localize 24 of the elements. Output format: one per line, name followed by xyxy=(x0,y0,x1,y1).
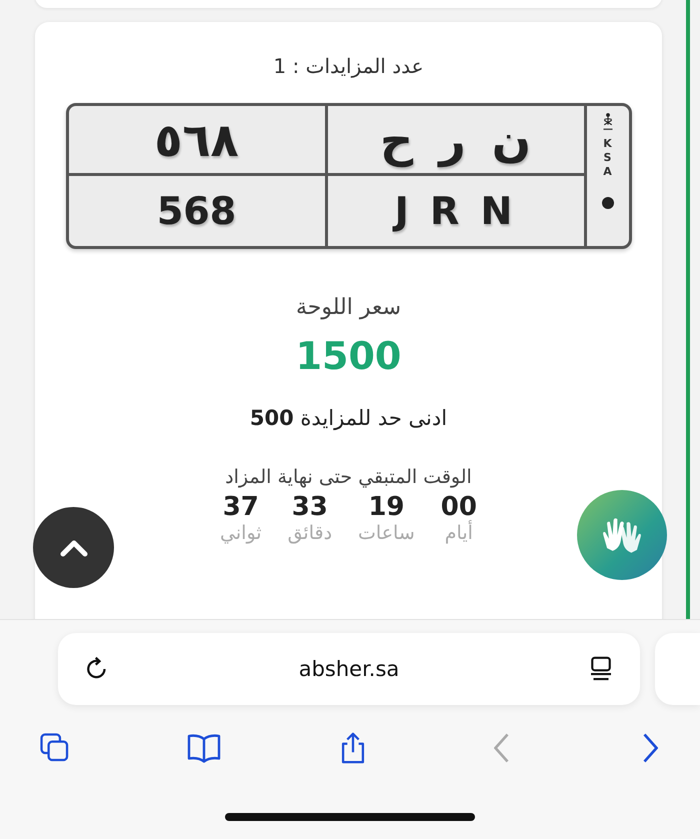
plate-latin-digits: 568 xyxy=(68,176,328,246)
chevron-right-icon xyxy=(642,733,658,764)
country-letter: A xyxy=(603,165,612,178)
plate-dot-icon xyxy=(602,197,614,209)
country-letter: S xyxy=(604,151,612,164)
countdown-label: الوقت المتبقي حتى نهاية المزاد xyxy=(225,466,472,488)
plate-arabic-letters: ن ر ح xyxy=(328,106,586,176)
countdown-unit: أيام xyxy=(444,522,473,544)
url-text: absher.sa xyxy=(298,657,400,682)
plate-arabic-digits: ٥٦٨ xyxy=(68,106,328,176)
price-label: سعر اللوحة xyxy=(296,295,402,320)
countdown-unit: دقائق xyxy=(288,522,332,544)
chevron-left-icon xyxy=(494,733,509,764)
price-value: 1500 xyxy=(296,334,402,378)
chevron-up-icon xyxy=(58,538,88,558)
plate-latin-letters: J R N xyxy=(328,176,586,246)
countdown-unit: ثواني xyxy=(220,522,262,544)
countdown-value: 33 xyxy=(292,492,328,522)
countdown-value: 19 xyxy=(368,492,404,522)
countdown-value: 37 xyxy=(222,492,259,522)
country-letter: K xyxy=(603,137,612,150)
bids-count: عدد المزايدات : 1 xyxy=(273,54,424,78)
address-bar[interactable]: absher.sa xyxy=(58,633,640,706)
countdown-unit: ساعات xyxy=(358,522,415,544)
